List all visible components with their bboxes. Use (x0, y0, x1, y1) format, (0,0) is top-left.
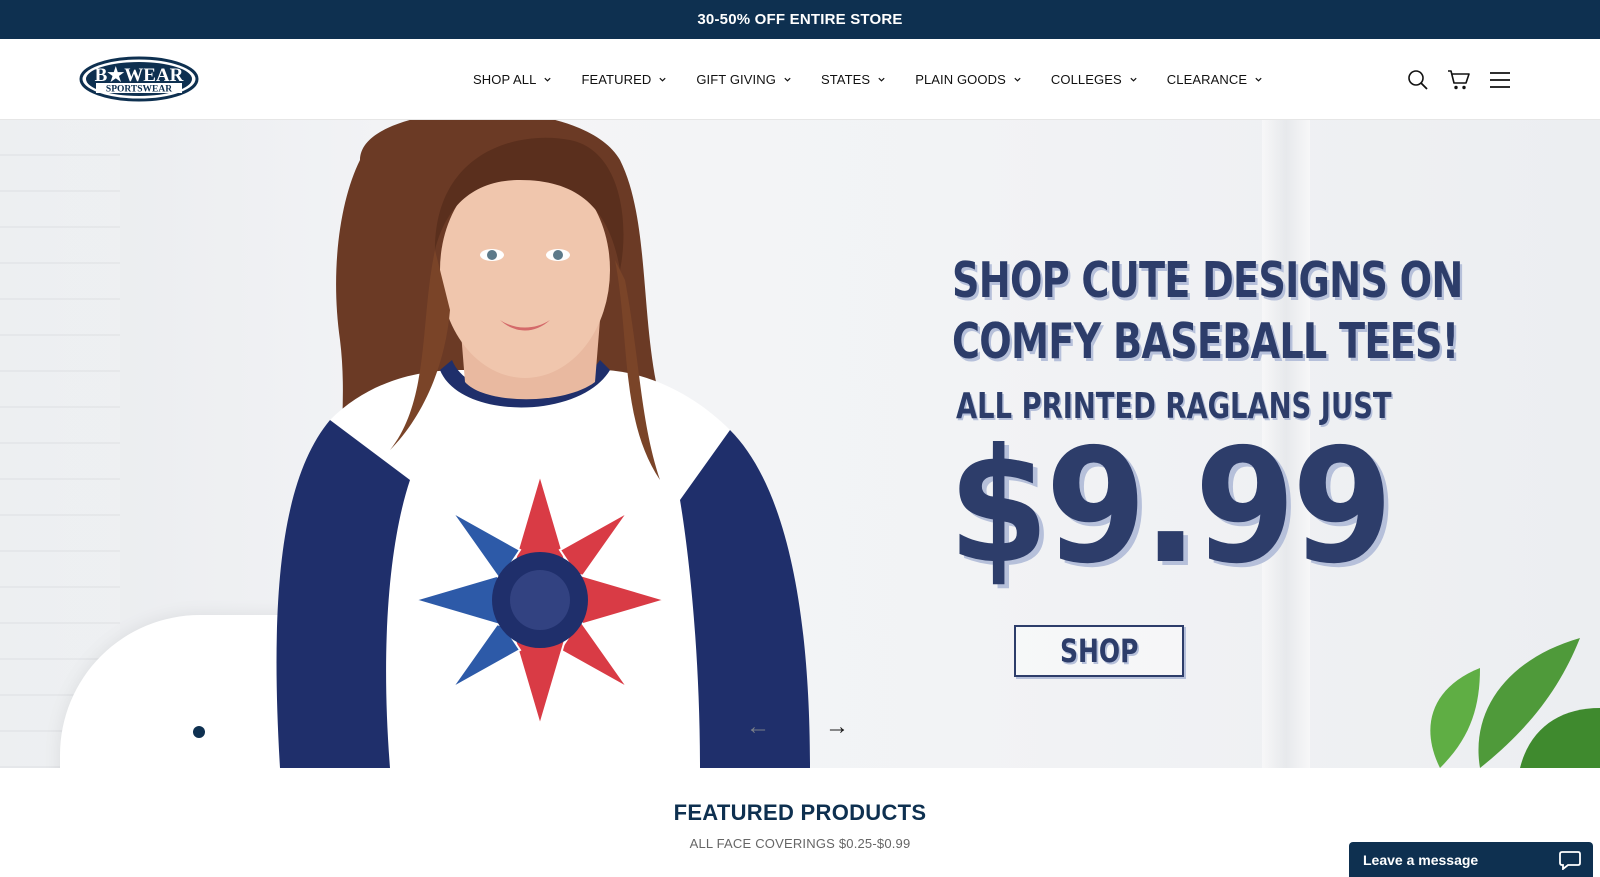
cart-icon[interactable] (1447, 68, 1471, 92)
hero-slider: SHOP CUTE DESIGNS ON COMFY BASEBALL TEES… (0, 120, 1600, 768)
svg-text:SPORTSWEAR: SPORTSWEAR (106, 85, 172, 95)
hero-copy: SHOP CUTE DESIGNS ON COMFY BASEBALL TEES… (948, 250, 1472, 586)
menu-icon[interactable] (1488, 68, 1512, 92)
nav-item-plain-goods[interactable]: PLAIN GOODS (915, 39, 1022, 120)
announcement-bar: 30-50% OFF ENTIRE STORE (0, 0, 1600, 39)
search-icon[interactable] (1406, 68, 1430, 92)
slider-dot-4[interactable] (225, 727, 235, 737)
nav-item-states[interactable]: STATES (821, 39, 886, 120)
brand-logo[interactable]: B★WEAR SPORTSWEAR (79, 56, 199, 102)
hero-model-image (276, 120, 810, 768)
chevron-down-icon (1014, 77, 1021, 82)
hero-headline-line-1: SHOP CUTE DESIGNS ON (952, 252, 1463, 309)
nav-item-label: COLLEGES (1050, 72, 1122, 87)
announcement-text: 30-50% OFF ENTIRE STORE (697, 11, 903, 28)
chevron-down-icon (878, 77, 885, 82)
nav-item-clearance[interactable]: CLEARANCE (1167, 39, 1263, 120)
slider-prev-arrow-icon[interactable]: ← (743, 714, 773, 740)
nav-item-label: CLEARANCE (1166, 72, 1248, 87)
nav-item-label: FEATURED (581, 72, 652, 87)
nav-item-colleges[interactable]: COLLEGES (1051, 39, 1138, 120)
svg-text:B★WEAR: B★WEAR (95, 65, 184, 86)
hero-price: $9.99 (948, 415, 1393, 599)
nav-item-label: PLAIN GOODS (915, 72, 1006, 87)
chevron-down-icon (544, 77, 552, 82)
slider-dot-1[interactable] (133, 727, 143, 737)
header-actions (1406, 39, 1512, 120)
hero-shop-label: SHOP (1059, 632, 1139, 670)
nav-item-shop-all[interactable]: SHOP ALL (473, 39, 552, 120)
chevron-down-icon (1255, 77, 1262, 82)
slider-dot-3[interactable] (193, 726, 205, 738)
chevron-down-icon (1130, 77, 1137, 82)
chat-widget[interactable]: Leave a message (1349, 842, 1593, 877)
nav-item-label: GIFT GIVING (696, 72, 776, 87)
nav-item-featured[interactable]: FEATURED (581, 39, 667, 120)
slider-pagination (133, 726, 235, 738)
nav-item-gift-giving[interactable]: GIFT GIVING (696, 39, 792, 120)
featured-title: FEATURED PRODUCTS (673, 800, 927, 825)
hero-shop-button[interactable]: SHOP (1014, 625, 1184, 677)
chevron-down-icon (659, 77, 666, 82)
slider-dot-2[interactable] (163, 727, 173, 737)
hero-plant-image (1430, 638, 1600, 768)
chat-bubble-icon (1559, 850, 1581, 870)
hero-headline-line-2: COMFY BASEBALL TEES! (952, 313, 1459, 370)
nav-item-label: SHOP ALL (473, 72, 537, 87)
slider-next-arrow-icon[interactable]: → (822, 714, 852, 740)
chat-label: Leave a message (1363, 851, 1479, 868)
site-header: B★WEAR SPORTSWEAR SHOP ALL FEATURED GIFT… (0, 39, 1600, 120)
chevron-down-icon (784, 77, 791, 82)
nav-item-label: STATES (820, 72, 871, 87)
main-nav: SHOP ALL FEATURED GIFT GIVING STATES PLA… (473, 39, 1292, 120)
